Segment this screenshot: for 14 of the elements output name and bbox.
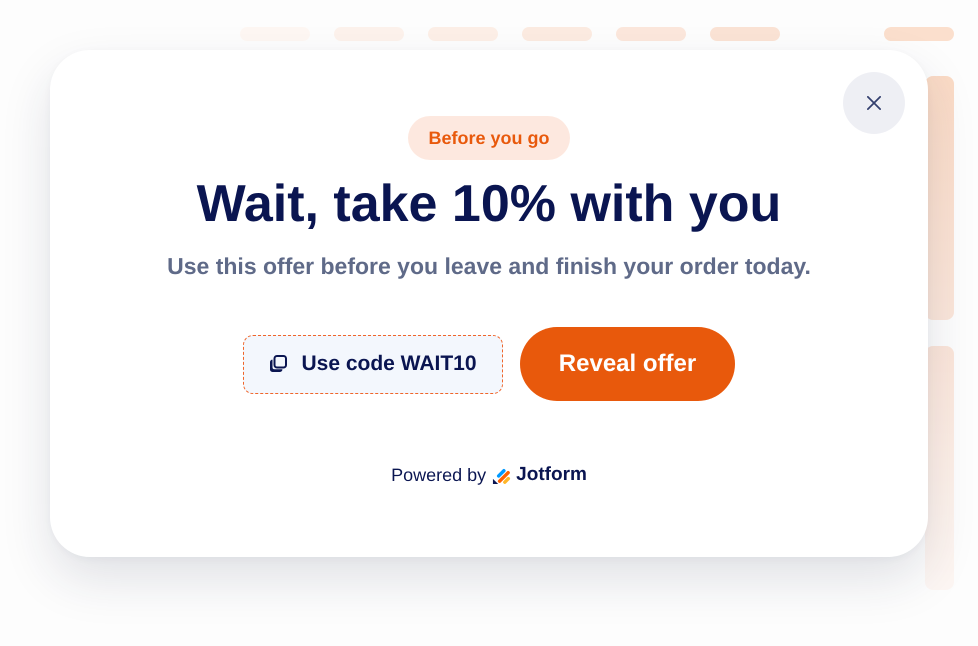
skeleton-bar (522, 27, 592, 41)
skeleton-bar (710, 27, 780, 41)
brand-name: Jotform (516, 463, 587, 487)
skeleton-bar (884, 27, 954, 41)
powered-by-text: Powered by (391, 464, 486, 487)
copy-code-button[interactable]: Use code WAIT10 (243, 334, 503, 394)
copy-icon (269, 355, 288, 373)
close-icon (867, 96, 881, 110)
skeleton-bar (616, 27, 686, 41)
reveal-offer-button[interactable]: Reveal offer (520, 327, 735, 401)
badge-label: Before you go (408, 116, 570, 160)
skeleton-bar (428, 27, 498, 41)
dialog-message: Use this offer before you leave and finish your order today. (167, 252, 811, 280)
dialog-title: Wait, take 10% with you (196, 174, 782, 234)
